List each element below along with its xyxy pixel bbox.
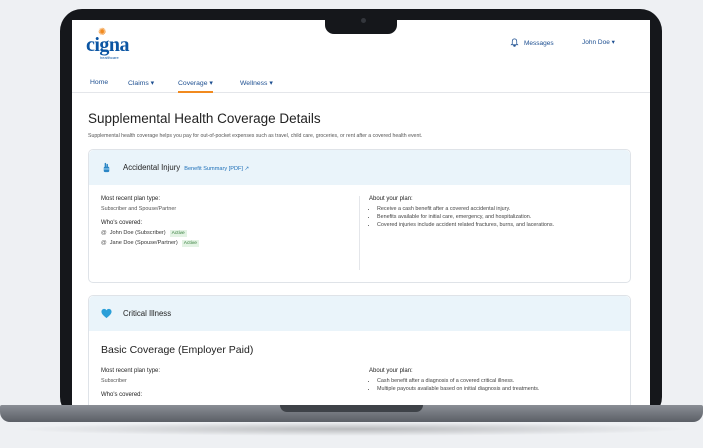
messages-label: Messages <box>524 40 554 47</box>
about-plan: About your plan: Receive a cash benefit … <box>369 196 619 229</box>
whos-covered-label: Who's covered: <box>101 392 143 398</box>
user-menu[interactable]: John Doe ▾ <box>582 38 615 46</box>
nav-coverage[interactable]: Coverage ▾ <box>178 79 213 93</box>
person-icon: @ <box>101 230 107 236</box>
plan-type-value: Subscriber and Spouse/Partner <box>101 206 177 212</box>
list-item: Cash benefit after a diagnosis of a cove… <box>377 377 619 385</box>
card-title-text: Accidental Injury <box>123 163 181 172</box>
plan-details: Most recent plan type: Subscriber and Sp… <box>101 196 199 247</box>
benefit-summary-link[interactable]: Benefit Summary [PDF] ↗ <box>184 166 249 172</box>
nav-home[interactable]: Home <box>90 79 108 86</box>
list-item: Benefits available for initial care, eme… <box>377 213 619 221</box>
plan-details: Most recent plan type: Subscriber Who's … <box>101 368 160 398</box>
whos-covered-label: Who's covered: <box>101 220 143 226</box>
covered-member-row: @ John Doe (Subscriber) Active <box>101 230 199 237</box>
logo-subtext: healthcare <box>100 55 119 60</box>
about-plan-label: About your plan: <box>369 196 413 202</box>
heart-icon <box>101 308 112 319</box>
screen: ✺ cigna healthcare Messages John Doe ▾ H… <box>72 20 650 406</box>
page-title: Supplemental Health Coverage Details <box>88 111 321 126</box>
bandaged-hand-icon <box>103 162 110 173</box>
about-plan-list: Receive a cash benefit after a covered a… <box>369 205 619 229</box>
member-name: John Doe (Subscriber) <box>109 230 166 236</box>
page-intro: Supplemental health coverage helps you p… <box>88 133 423 139</box>
about-plan: About your plan: Cash benefit after a di… <box>369 368 619 393</box>
coverage-subheading: Basic Coverage (Employer Paid) <box>101 344 254 356</box>
about-plan-list: Cash benefit after a diagnosis of a cove… <box>369 377 619 393</box>
list-item: Receive a cash benefit after a covered a… <box>377 205 619 213</box>
nav-claims[interactable]: Claims ▾ <box>128 79 154 87</box>
main-nav: Home Claims ▾ Coverage ▾ Wellness ▾ <box>72 74 650 93</box>
list-item: Multiple payouts available based on init… <box>377 385 619 393</box>
card-header: Accidental Injury Benefit Summary [PDF] ↗ <box>89 150 630 185</box>
messages-link[interactable]: Messages <box>510 38 554 47</box>
column-divider <box>359 196 360 270</box>
list-item: Covered injuries include accident relate… <box>377 221 619 229</box>
about-plan-label: About your plan: <box>369 368 413 374</box>
logo-text: cigna <box>86 34 130 56</box>
card-title: Critical Illness <box>123 309 172 318</box>
laptop-base-notch <box>280 405 423 412</box>
accidental-injury-card: Accidental Injury Benefit Summary [PDF] ↗… <box>88 149 631 283</box>
status-badge: Active <box>181 240 199 247</box>
camera-icon <box>361 18 366 23</box>
card-title: Accidental Injury Benefit Summary [PDF] ↗ <box>123 163 249 172</box>
card-header: Critical Illness <box>89 296 630 331</box>
laptop-shadow <box>10 422 693 436</box>
member-name: Jane Doe (Spouse/Partner) <box>109 240 178 246</box>
plan-type-label: Most recent plan type: <box>101 368 161 374</box>
plan-type-label: Most recent plan type: <box>101 196 161 202</box>
person-icon: @ <box>101 240 107 246</box>
status-badge: Active <box>169 230 187 237</box>
nav-wellness[interactable]: Wellness ▾ <box>240 79 273 87</box>
bell-icon <box>510 38 519 47</box>
covered-member-row: @ Jane Doe (Spouse/Partner) Active <box>101 240 199 247</box>
plan-type-value: Subscriber <box>101 378 127 384</box>
critical-illness-card: Critical Illness Basic Coverage (Employe… <box>88 295 631 406</box>
